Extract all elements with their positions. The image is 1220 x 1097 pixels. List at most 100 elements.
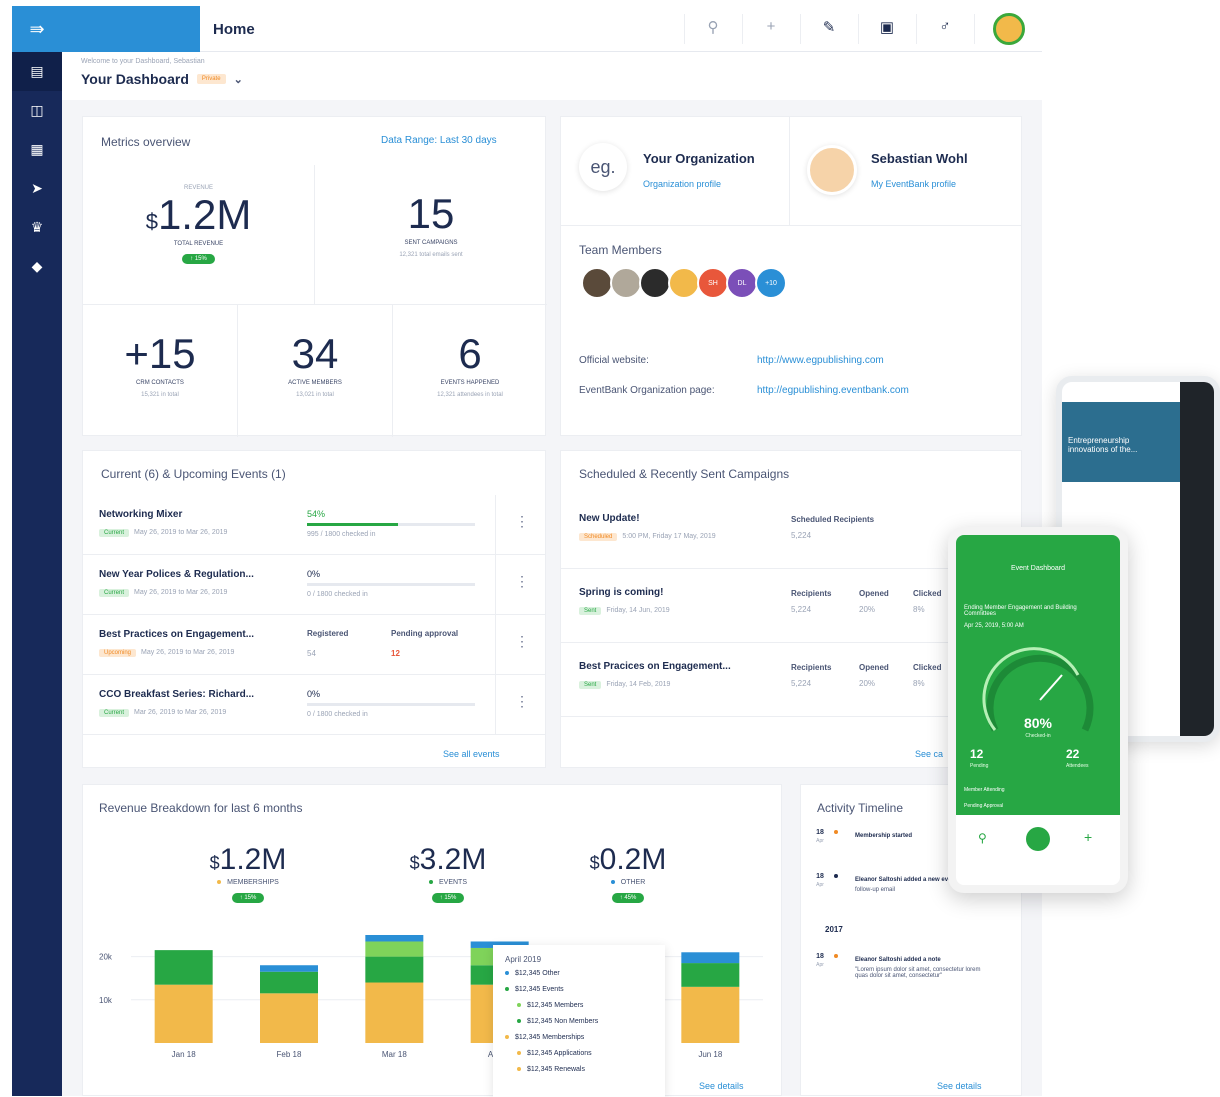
growth-badge: ↑ 15% bbox=[431, 893, 465, 903]
revenue-title: Revenue Breakdown for last 6 months bbox=[99, 801, 303, 815]
event-name[interactable]: CCO Breakfast Series: Richard... bbox=[99, 689, 254, 700]
team-member-avatar[interactable] bbox=[581, 267, 613, 299]
revenue-value: 0.2M bbox=[599, 843, 667, 876]
revenue-see-details-link[interactable]: See details bbox=[699, 1081, 744, 1091]
bar-segment[interactable] bbox=[260, 965, 318, 972]
team-member-avatar[interactable] bbox=[668, 267, 700, 299]
event-name[interactable]: Best Practices on Engagement... bbox=[99, 629, 254, 640]
campaign-stat-label: Opened bbox=[859, 663, 889, 672]
user-profile-link[interactable]: My EventBank profile bbox=[871, 179, 956, 189]
dashboard-icon[interactable]: ▤ bbox=[12, 52, 62, 91]
phone-add-icon[interactable]: + bbox=[1084, 829, 1092, 845]
chevron-down-icon[interactable]: ⌄ bbox=[234, 73, 243, 86]
campaign-stat-value: 8% bbox=[913, 605, 925, 614]
campaign-stat-value: 8% bbox=[913, 679, 925, 688]
team-member-avatar[interactable]: SH bbox=[697, 267, 729, 299]
eventbank-page-label: EventBank Organization page: bbox=[579, 385, 715, 396]
legend-dot-icon bbox=[610, 880, 615, 885]
timeline-year: 2017 bbox=[825, 925, 843, 934]
event-row[interactable]: New Year Polices & Regulation... Current M… bbox=[83, 555, 545, 615]
bar-segment[interactable] bbox=[260, 971, 318, 994]
event-row[interactable]: Best Practices on Engagement... Upcoming M… bbox=[83, 615, 545, 675]
revenue-total: $0.2M OTHER ↑ 45% bbox=[573, 843, 683, 904]
timeline-text: Eleanor Saltoshi added a note bbox=[855, 957, 941, 963]
phone-event-date: Apr 25, 2019, 5:00 AM bbox=[964, 623, 1024, 629]
campaign-name[interactable]: New Update! bbox=[579, 513, 640, 524]
more-options-icon[interactable]: ⋮ bbox=[515, 513, 529, 530]
more-options-icon[interactable]: ⋮ bbox=[515, 633, 529, 650]
team-member-avatar[interactable]: +10 bbox=[755, 267, 787, 299]
date-range-selector[interactable]: Data Range: Last 30 days bbox=[381, 135, 497, 146]
campaign-status-tag: Sent bbox=[579, 681, 602, 689]
plus-icon[interactable]: + bbox=[760, 18, 782, 40]
campaign-name[interactable]: Best Pracices on Engagement... bbox=[579, 661, 731, 672]
notifications-icon[interactable]: ✎ bbox=[818, 18, 840, 40]
tooltip-title: April 2019 bbox=[505, 955, 542, 964]
timeline-day: 18 bbox=[816, 829, 824, 836]
website-link[interactable]: http://www.egpublishing.com bbox=[757, 355, 884, 366]
sidebar: ⇛ ▤ ◫ ▦ ➤ ♛ ◆ bbox=[12, 6, 62, 1096]
messages-icon[interactable]: ▣ bbox=[876, 18, 898, 40]
phone-center-button[interactable] bbox=[1026, 827, 1050, 851]
phone-search-icon[interactable]: ⚲ bbox=[978, 831, 987, 845]
campaign-date: Friday, 14 Jun, 2019 bbox=[606, 607, 670, 614]
team-member-avatar[interactable] bbox=[639, 267, 671, 299]
revenue-chart: 20k10kJan 18Feb 18Mar 18Apr 18May 18Jun … bbox=[99, 935, 763, 1059]
currency-symbol: $ bbox=[209, 853, 220, 873]
expand-menu-icon[interactable]: ⇛ bbox=[12, 6, 62, 52]
tooltip-line: $12,345 Members bbox=[505, 1002, 653, 1009]
team-member-avatar[interactable] bbox=[610, 267, 642, 299]
bar-segment[interactable] bbox=[154, 950, 213, 985]
gauge-value: 80% bbox=[1023, 715, 1053, 731]
campaign-name[interactable]: Spring is coming! bbox=[579, 587, 663, 598]
team-member-avatar[interactable]: DL bbox=[726, 267, 758, 299]
timeline-see-details-link[interactable]: See details bbox=[937, 1081, 982, 1091]
growth-badge: ↑ 45% bbox=[611, 893, 645, 903]
bar-segment[interactable] bbox=[260, 993, 318, 1043]
phone-stat-pending: 12 bbox=[970, 747, 984, 761]
more-options-icon[interactable]: ⋮ bbox=[515, 573, 529, 590]
phone-event-name: Ending Member Engagement and Building Co… bbox=[964, 605, 1077, 617]
tablet-banner: Entrepreneurship innovations of the... bbox=[1062, 402, 1182, 482]
calendar-icon[interactable]: ▦ bbox=[12, 130, 62, 169]
org-name: Your Organization bbox=[643, 151, 755, 166]
x-tick-label: Jan 18 bbox=[172, 1050, 197, 1059]
crown-icon[interactable]: ♛ bbox=[12, 208, 62, 247]
see-all-events-link[interactable]: See all events bbox=[443, 749, 500, 759]
event-name[interactable]: New Year Polices & Regulation... bbox=[99, 569, 254, 580]
search-icon[interactable]: ⚲ bbox=[702, 18, 724, 40]
revenue-value: 1.2M bbox=[219, 843, 287, 876]
bar-segment[interactable] bbox=[365, 935, 424, 942]
event-date: May 26, 2019 to Mar 26, 2019 bbox=[134, 589, 228, 596]
page-title: Home bbox=[213, 21, 255, 38]
user-name: Sebastian Wohl bbox=[871, 151, 968, 166]
see-all-campaigns-link[interactable]: See ca bbox=[915, 749, 943, 759]
x-tick-label: Mar 18 bbox=[382, 1050, 407, 1059]
checkin-percent: 0% bbox=[307, 569, 321, 579]
event-name[interactable]: Networking Mixer bbox=[99, 509, 182, 520]
user-avatar[interactable] bbox=[993, 13, 1025, 45]
campaign-stat-value: 20% bbox=[859, 679, 876, 688]
more-options-icon[interactable]: ⋮ bbox=[515, 693, 529, 710]
eventbank-page-link[interactable]: http://egpublishing.eventbank.com bbox=[757, 385, 909, 396]
send-icon[interactable]: ➤ bbox=[12, 169, 62, 208]
tickets-icon[interactable]: ◫ bbox=[12, 91, 62, 130]
bar-segment[interactable] bbox=[154, 984, 213, 1043]
event-meta: Current May 26, 2019 to Mar 26, 2019 bbox=[99, 589, 227, 597]
settings-icon[interactable]: ♂ bbox=[934, 18, 956, 40]
bar-segment[interactable] bbox=[365, 941, 424, 957]
bar-segment[interactable] bbox=[365, 982, 424, 1043]
privacy-badge: Private bbox=[196, 74, 226, 84]
tag-icon[interactable]: ◆ bbox=[12, 247, 62, 286]
bar-segment[interactable] bbox=[681, 986, 740, 1043]
timeline-title: Activity Timeline bbox=[817, 801, 904, 815]
bar-segment[interactable] bbox=[681, 963, 740, 987]
event-row[interactable]: Networking Mixer Current May 26, 2019 to M… bbox=[83, 495, 545, 555]
bar-segment[interactable] bbox=[681, 952, 740, 964]
org-profile-link[interactable]: Organization profile bbox=[643, 179, 721, 189]
event-row[interactable]: CCO Breakfast Series: Richard... Current M… bbox=[83, 675, 545, 735]
main-content: Metrics overview Data Range: Last 30 day… bbox=[62, 100, 1042, 1097]
bar-segment[interactable] bbox=[365, 956, 424, 983]
revenue-category: MEMBERSHIPS bbox=[193, 879, 303, 886]
checkin-percent: 54% bbox=[307, 509, 326, 519]
